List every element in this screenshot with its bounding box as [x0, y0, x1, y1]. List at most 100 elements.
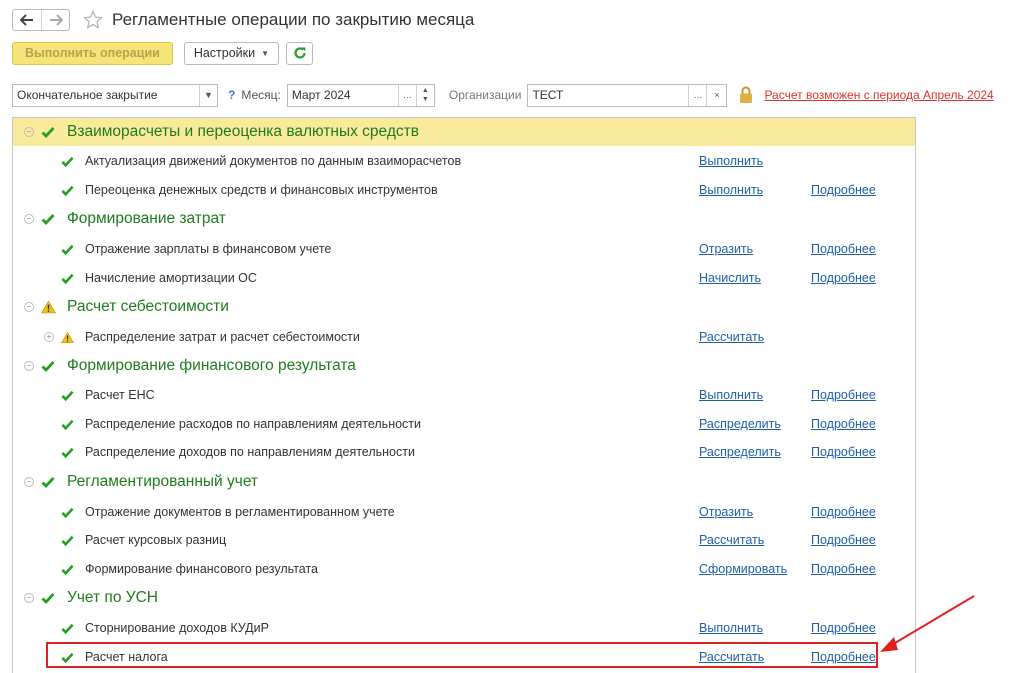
collapse-icon[interactable]: − [24, 477, 34, 487]
operation-title: Распределение затрат и расчет себестоимо… [85, 330, 360, 344]
operation-row[interactable]: Начисление амортизации ОС Начислить Подр… [13, 264, 915, 292]
collapse-icon[interactable]: − [24, 361, 34, 371]
details-link[interactable]: Подробнее [811, 505, 876, 519]
forward-button[interactable] [41, 10, 69, 30]
operation-row[interactable]: Отражение зарплаты в финансовом учете От… [13, 235, 915, 263]
operation-action-link[interactable]: Выполнить [699, 183, 763, 197]
operation-action-link[interactable]: Распределить [699, 445, 781, 459]
details-link[interactable]: Подробнее [811, 388, 876, 402]
run-operations-button[interactable]: Выполнить операции [12, 41, 173, 65]
organization-value: ТЕСТ [532, 88, 564, 102]
check-icon [61, 273, 74, 284]
operation-action-link[interactable]: Выполнить [699, 621, 763, 635]
operation-row[interactable]: Отражение документов в регламентированно… [13, 498, 915, 526]
toolbar: Выполнить операции Настройки ▼ [12, 41, 314, 65]
check-icon [61, 156, 74, 167]
details-link[interactable]: Подробнее [811, 533, 876, 547]
group-row[interactable]: − Учет по УСН [13, 584, 915, 612]
details-link[interactable]: Подробнее [811, 183, 876, 197]
group-title: Формирование затрат [67, 210, 226, 227]
operation-row[interactable]: Расчет ЕНС Выполнить Подробнее [13, 381, 915, 409]
operations-list: − Взаиморасчеты и переоценка валютных ср… [12, 117, 916, 673]
operation-row[interactable]: Актуализация движений документов по данн… [13, 147, 915, 175]
organization-field[interactable]: ТЕСТ … × [527, 83, 728, 107]
warning-icon [61, 331, 74, 343]
check-icon [61, 419, 74, 430]
operation-title: Актуализация движений документов по данн… [85, 154, 462, 168]
operation-action-link[interactable]: Отразить [699, 505, 753, 519]
group-row[interactable]: − Формирование финансового результата [13, 352, 915, 380]
check-icon [61, 564, 74, 575]
operation-row[interactable]: + Распределение затрат и расчет себестои… [13, 323, 915, 351]
details-link[interactable]: Подробнее [811, 242, 876, 256]
arrow-right-icon [49, 14, 63, 26]
check-icon [41, 127, 55, 139]
more-icon[interactable]: … [397, 84, 416, 106]
collapse-icon[interactable]: − [24, 127, 34, 137]
help-link[interactable]: ? [228, 88, 235, 102]
settings-button[interactable]: Настройки ▼ [183, 41, 280, 65]
operation-row[interactable]: Формирование финансового результата Сфор… [13, 555, 915, 583]
check-icon [41, 593, 55, 605]
closing-mode-select[interactable]: Окончательное закрытие ▼ [12, 83, 218, 107]
operation-action-link[interactable]: Рассчитать [699, 533, 764, 547]
operation-action-link[interactable]: Выполнить [699, 154, 763, 168]
period-warning-link[interactable]: Расчет возможен с периода Апрель 2024 [764, 88, 993, 102]
operation-action-link[interactable]: Выполнить [699, 388, 763, 402]
group-title: Взаиморасчеты и переоценка валютных сред… [67, 123, 419, 140]
clear-icon[interactable]: × [706, 84, 726, 106]
month-field[interactable]: Март 2024 … ▲ ▼ [286, 83, 435, 107]
check-icon [41, 214, 55, 226]
group-row[interactable]: − Формирование затрат [13, 205, 915, 233]
more-icon[interactable]: … [688, 84, 706, 106]
operation-action-link[interactable]: Сформировать [699, 562, 787, 576]
operation-action-link[interactable]: Распределить [699, 417, 781, 431]
month-label: Месяц: [241, 88, 281, 102]
operation-action-link[interactable]: Начислить [699, 271, 761, 285]
expand-icon[interactable]: + [44, 332, 54, 342]
collapse-icon[interactable]: − [24, 302, 34, 312]
check-icon [61, 623, 74, 634]
check-icon [61, 535, 74, 546]
collapse-icon[interactable]: − [24, 593, 34, 603]
group-row[interactable]: − Расчет себестоимости [13, 293, 915, 321]
stepper-icon[interactable]: ▲ ▼ [415, 84, 434, 106]
highlight-box [46, 642, 878, 668]
group-row[interactable]: − Регламентированный учет [13, 468, 915, 496]
navigation-buttons [12, 9, 70, 31]
group-title: Расчет себестоимости [67, 298, 229, 315]
lock-icon [740, 86, 753, 103]
settings-label: Настройки [193, 46, 256, 60]
chevron-down-icon[interactable]: ▼ [199, 84, 217, 106]
check-icon [41, 361, 55, 373]
collapse-icon[interactable]: − [24, 214, 34, 224]
group-row[interactable]: − Взаиморасчеты и переоценка валютных ср… [13, 118, 915, 146]
warning-icon [41, 300, 56, 314]
check-icon [41, 477, 55, 489]
chevron-down-icon: ▼ [261, 48, 270, 58]
details-link[interactable]: Подробнее [811, 271, 876, 285]
operation-action-link[interactable]: Рассчитать [699, 330, 764, 344]
favorite-button[interactable] [82, 9, 104, 31]
group-title: Формирование финансового результата [67, 357, 356, 374]
operation-title: Расчет ЕНС [85, 388, 155, 402]
operation-row[interactable]: Расчет курсовых разниц Рассчитать Подроб… [13, 526, 915, 554]
operation-row[interactable]: Распределение расходов по направлениям д… [13, 410, 915, 438]
month-value: Март 2024 [291, 88, 351, 102]
operation-row[interactable]: Распределение доходов по направлениям де… [13, 438, 915, 466]
check-icon [61, 507, 74, 518]
operation-title: Отражение зарплаты в финансовом учете [85, 242, 332, 256]
operation-title: Сторнирование доходов КУДиР [85, 621, 269, 635]
details-link[interactable]: Подробнее [811, 417, 876, 431]
details-link[interactable]: Подробнее [811, 562, 876, 576]
operation-row[interactable]: Сторнирование доходов КУДиР Выполнить По… [13, 614, 915, 642]
details-link[interactable]: Подробнее [811, 621, 876, 635]
operation-title: Формирование финансового результата [85, 562, 319, 576]
check-icon [61, 447, 74, 458]
refresh-button[interactable] [286, 41, 314, 65]
operation-action-link[interactable]: Отразить [699, 242, 753, 256]
operation-row[interactable]: Переоценка денежных средств и финансовых… [13, 176, 915, 204]
details-link[interactable]: Подробнее [811, 445, 876, 459]
back-button[interactable] [13, 10, 41, 30]
arrow-left-icon [20, 14, 33, 26]
